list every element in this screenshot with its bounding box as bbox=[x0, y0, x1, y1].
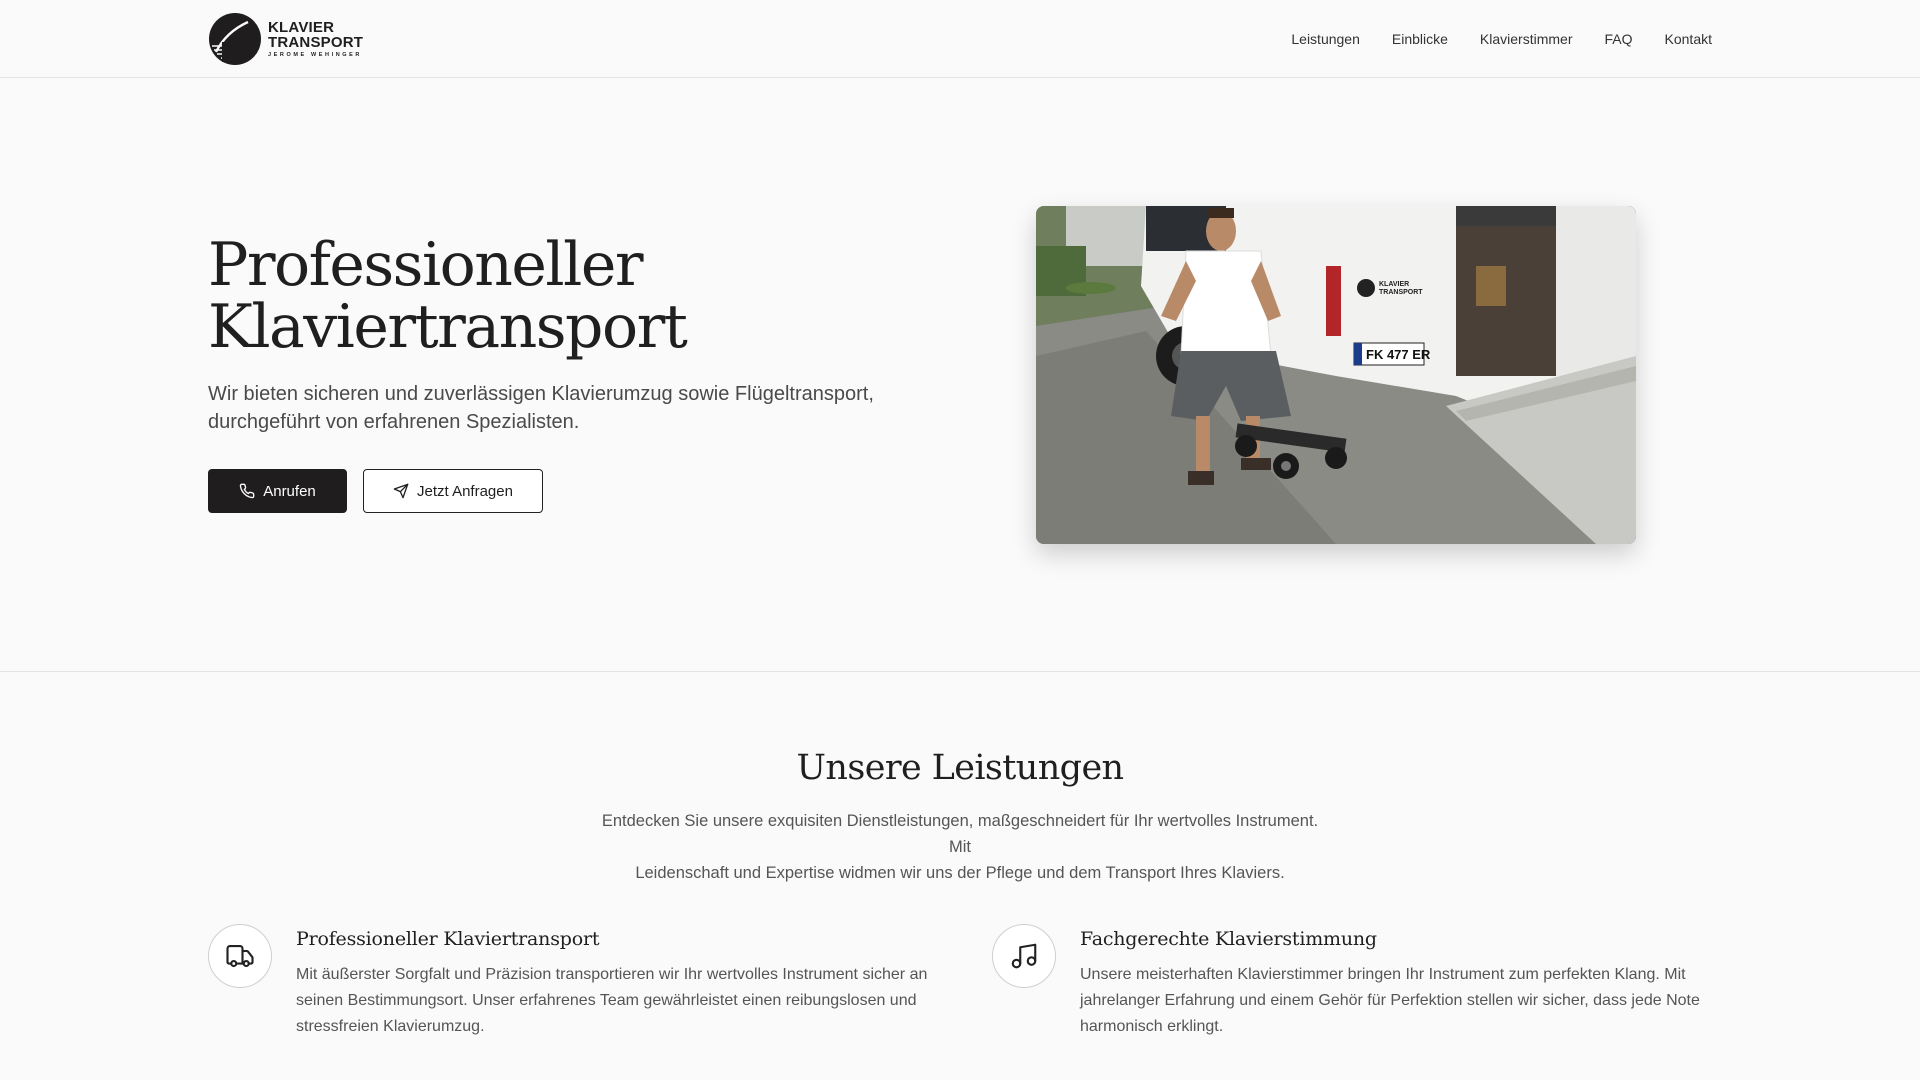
service-card-tuning: Fachgerechte Klavierstimmung Unsere meis… bbox=[992, 924, 1712, 1074]
hero-section: Professioneller Klaviertransport Wir bie… bbox=[0, 78, 1920, 672]
service-card-transport: Professioneller Klaviertransport Mit äuß… bbox=[208, 924, 928, 1074]
service-description-line-2: jahrelanger Erfahrung und einem Gehör fü… bbox=[1080, 992, 1700, 1009]
service-title: Fachgerechte Klavierstimmung bbox=[1080, 928, 1377, 950]
hero-buttons: Anrufen Jetzt Anfragen bbox=[208, 469, 543, 513]
nav-item-faq[interactable]: FAQ bbox=[1605, 31, 1633, 47]
service-description-line-3: harmonisch erklingt. bbox=[1080, 1018, 1224, 1035]
service-icon-wrapper bbox=[208, 924, 272, 988]
hero-subtitle-line-2: durchgeführt von erfahrenen Spezialisten… bbox=[208, 411, 580, 433]
logo[interactable]: KLAVIER TRANSPORT JEROME WEHINGER bbox=[208, 12, 363, 66]
truck-icon bbox=[226, 944, 254, 968]
service-description-line-1: Mit äußerster Sorgfalt und Präzision tra… bbox=[296, 966, 928, 983]
hero-title-line-2: Klaviertransport bbox=[208, 292, 688, 362]
service-description-line-3: stressfreien Klavierumzug. bbox=[296, 1018, 485, 1035]
nav-item-einblicke[interactable]: Einblicke bbox=[1392, 31, 1448, 47]
service-description: Unsere meisterhaften Klavierstimmer brin… bbox=[1080, 962, 1720, 1040]
request-button-label: Jetzt Anfragen bbox=[417, 482, 513, 500]
hero-subtitle: Wir bieten sicheren und zuverlässigen Kl… bbox=[208, 380, 908, 436]
main-nav: Leistungen Einblicke Klavierstimmer FAQ … bbox=[1291, 0, 1712, 78]
logo-text: KLAVIER TRANSPORT JEROME WEHINGER bbox=[268, 20, 363, 59]
send-icon bbox=[393, 483, 409, 499]
logo-subline: JEROME WEHINGER bbox=[268, 51, 363, 58]
service-description-line-2: seinen Bestimmungsort. Unser erfahrenes … bbox=[296, 992, 917, 1009]
nav-item-leistungen[interactable]: Leistungen bbox=[1291, 31, 1360, 47]
service-icon-wrapper bbox=[992, 924, 1056, 988]
call-button[interactable]: Anrufen bbox=[208, 469, 347, 513]
hero-photo: FK 477 ER KLAVIER TRANSPORT bbox=[1036, 206, 1636, 544]
van-logo-line-1: KLAVIER bbox=[1379, 281, 1409, 288]
license-plate-text: FK 477 ER bbox=[1366, 347, 1431, 362]
logo-mark-icon bbox=[209, 13, 261, 65]
logo-line-2: TRANSPORT bbox=[268, 33, 364, 51]
phone-icon bbox=[239, 483, 255, 499]
site-header: KLAVIER TRANSPORT JEROME WEHINGER Leistu… bbox=[0, 0, 1920, 78]
logo-line-1: KLAVIER bbox=[268, 18, 335, 36]
services-subtitle-line-2: Leidenschaft und Expertise widmen wir un… bbox=[635, 864, 1285, 882]
services-subtitle: Entdecken Sie unsere exquisiten Dienstle… bbox=[590, 808, 1330, 886]
nav-item-kontakt[interactable]: Kontakt bbox=[1665, 31, 1712, 47]
request-button[interactable]: Jetzt Anfragen bbox=[363, 469, 543, 513]
services-subtitle-line-1: Entdecken Sie unsere exquisiten Dienstle… bbox=[601, 812, 1319, 856]
hero-title: Professioneller Klaviertransport bbox=[208, 234, 928, 358]
services-title: Unsere Leistungen bbox=[796, 748, 1125, 788]
call-button-label: Anrufen bbox=[263, 482, 316, 500]
service-description-line-1: Unsere meisterhaften Klavierstimmer brin… bbox=[1080, 966, 1686, 983]
hero-subtitle-line-1: Wir bieten sicheren und zuverlässigen Kl… bbox=[208, 383, 874, 405]
nav-item-klavierstimmer[interactable]: Klavierstimmer bbox=[1480, 31, 1573, 47]
music-note-icon bbox=[1011, 943, 1037, 969]
van-logo-line-2: TRANSPORT bbox=[1379, 289, 1423, 296]
hero-photo-illustration: FK 477 ER KLAVIER TRANSPORT bbox=[1036, 206, 1636, 544]
hero-title-line-1: Professioneller bbox=[208, 230, 644, 300]
service-title: Professioneller Klaviertransport bbox=[296, 928, 600, 950]
service-description: Mit äußerster Sorgfalt und Präzision tra… bbox=[296, 962, 936, 1040]
